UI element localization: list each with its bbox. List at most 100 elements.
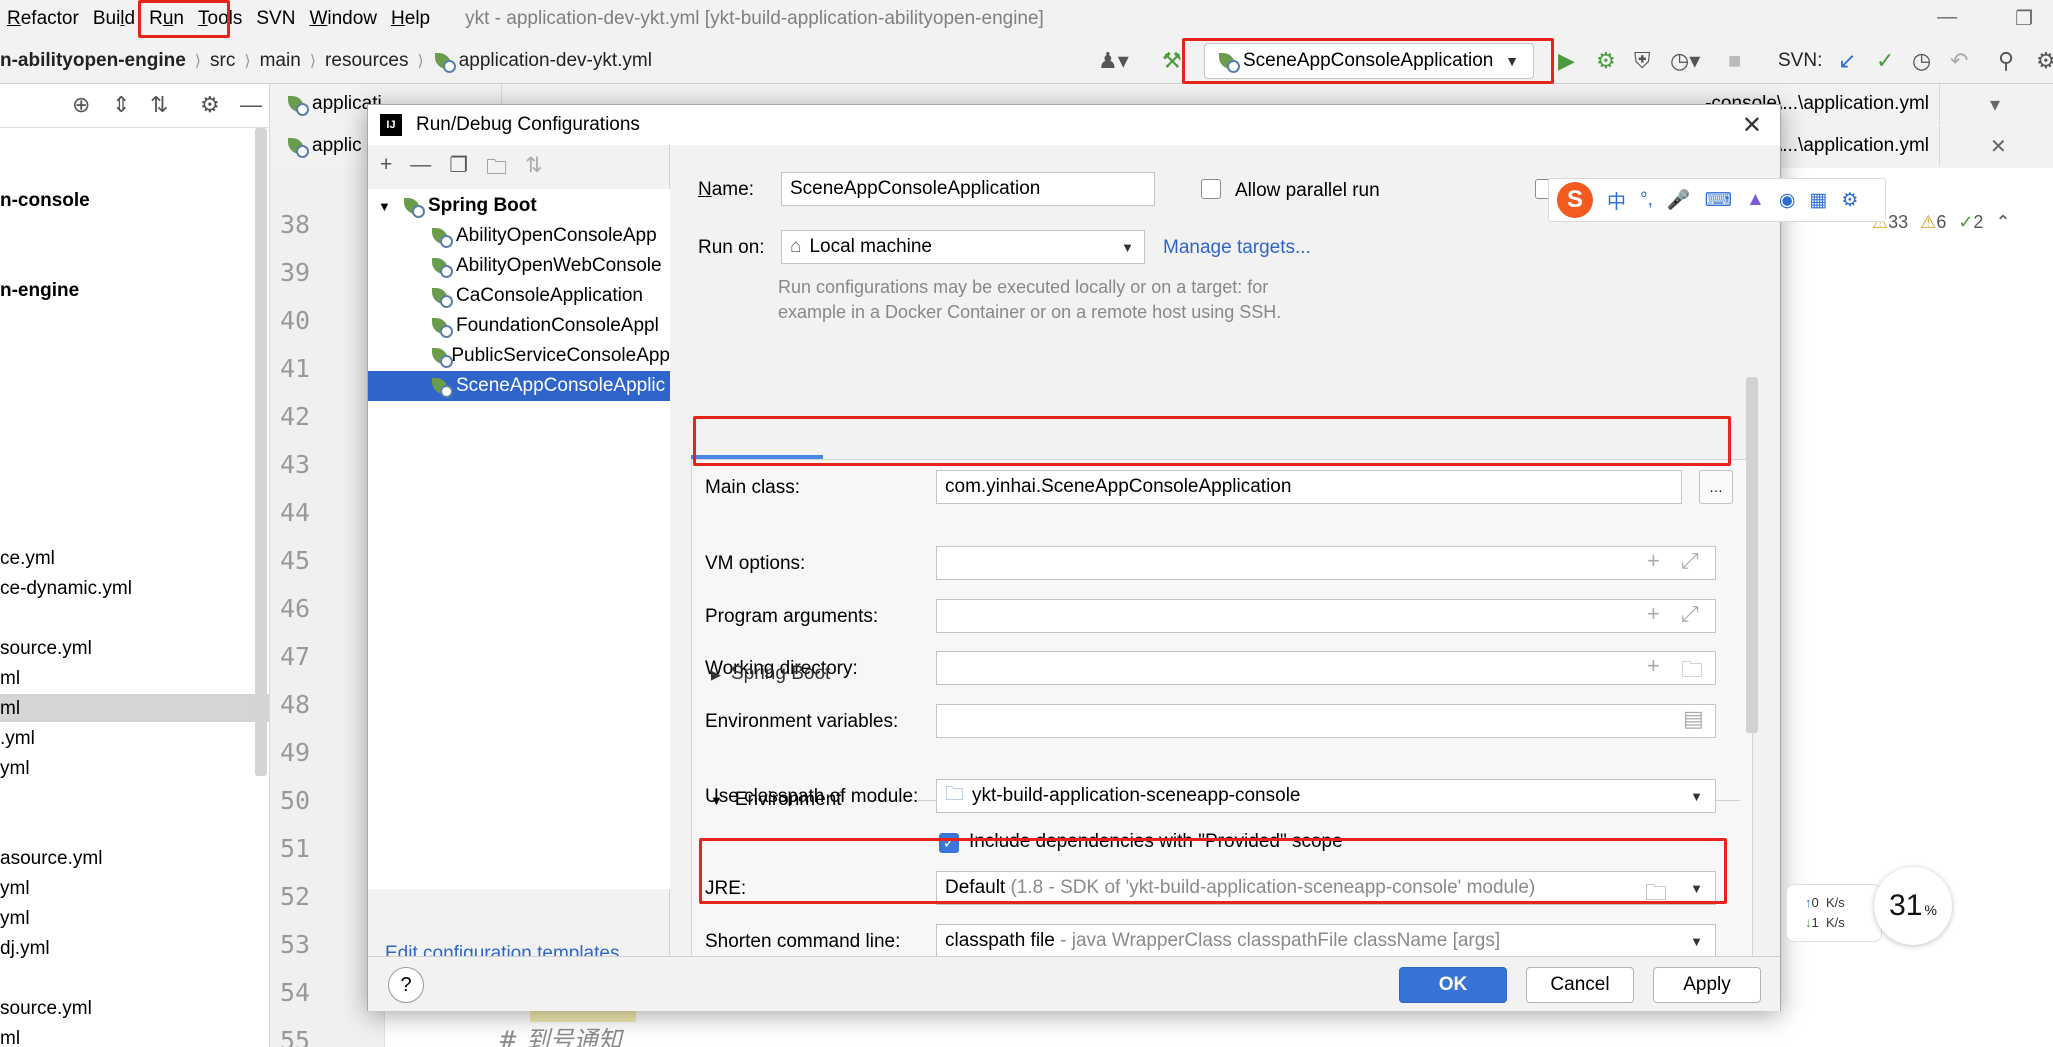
run-configuration-selector[interactable]: SceneAppConsoleApplication ▼ bbox=[1204, 43, 1534, 79]
folder-icon[interactable]: 🗀 bbox=[1681, 653, 1703, 691]
debug-icon[interactable]: ⚙ bbox=[1596, 48, 1616, 74]
spring-boot-section-header[interactable]: ▶ Spring Boot bbox=[711, 663, 830, 685]
svn-update-icon[interactable]: ↙ bbox=[1838, 48, 1856, 74]
minimize-icon[interactable]: — bbox=[1937, 6, 1957, 31]
revert-icon[interactable]: ↶ bbox=[1950, 48, 1968, 74]
working-directory-field[interactable] bbox=[936, 651, 1716, 685]
menu-refactor[interactable]: Refactor bbox=[0, 8, 86, 30]
sogou-logo-icon[interactable]: S bbox=[1557, 182, 1593, 218]
user-icon[interactable]: ♟▾ bbox=[1098, 48, 1129, 74]
apps-grid-icon[interactable]: ▦ bbox=[1809, 189, 1827, 212]
breadcrumb-main[interactable]: main bbox=[260, 50, 301, 72]
breadcrumb-src[interactable]: src bbox=[210, 50, 235, 72]
tree-item-selected[interactable]: SceneAppConsoleApplic bbox=[368, 371, 670, 401]
gear-icon[interactable]: ⚙ bbox=[200, 92, 220, 118]
expand-all-icon[interactable]: ⇕ bbox=[112, 92, 130, 118]
remove-icon[interactable]: — bbox=[410, 153, 431, 188]
stop-icon[interactable]: ■ bbox=[1728, 48, 1741, 74]
allow-parallel-checkbox[interactable] bbox=[1201, 179, 1221, 199]
add-icon[interactable]: + bbox=[380, 153, 392, 188]
options-scrollbar[interactable] bbox=[1746, 377, 1758, 733]
ime-chinese-mode[interactable]: 中 bbox=[1607, 187, 1626, 214]
inspection-widget[interactable]: ⚠33 ⚠6 ✓2 ⌃ bbox=[1872, 212, 2011, 233]
environment-variables-field[interactable] bbox=[936, 704, 1716, 738]
coverage-icon[interactable]: ⛨ bbox=[1634, 48, 1651, 74]
keyboard-icon[interactable]: ⌨ bbox=[1705, 189, 1732, 212]
project-file[interactable]: ce-dynamic.yml bbox=[0, 578, 132, 600]
main-class-field[interactable]: com.yinhai.SceneAppConsoleApplication bbox=[936, 470, 1682, 504]
settings-gear-icon[interactable]: ⚙ bbox=[1841, 189, 1858, 212]
menu-build[interactable]: Build bbox=[86, 8, 142, 30]
locate-icon[interactable]: ⊕ bbox=[72, 92, 90, 118]
apply-button[interactable]: Apply bbox=[1653, 967, 1761, 1003]
document-icon[interactable]: ▤ bbox=[1683, 706, 1704, 732]
profile-icon[interactable]: ◷▾ bbox=[1670, 48, 1700, 74]
restore-icon[interactable]: ❐ bbox=[2015, 6, 2033, 31]
search-icon[interactable]: ⚲ bbox=[1998, 48, 2014, 74]
breadcrumb-file[interactable]: application-dev-ykt.yml bbox=[459, 50, 652, 72]
hide-icon[interactable]: — bbox=[240, 92, 262, 118]
project-file[interactable]: .yml bbox=[0, 728, 35, 750]
project-file[interactable]: ml bbox=[0, 668, 20, 690]
project-file[interactable]: ml bbox=[0, 698, 20, 720]
project-file[interactable]: yml bbox=[0, 758, 30, 780]
project-module[interactable]: n-console bbox=[0, 190, 90, 212]
settings-icon[interactable]: ⚙ bbox=[2036, 48, 2053, 74]
folder-icon[interactable]: 🗀 bbox=[1645, 876, 1667, 904]
project-file[interactable]: asource.yml bbox=[0, 848, 102, 870]
history-icon[interactable]: ◷ bbox=[1912, 48, 1931, 74]
project-file[interactable]: source.yml bbox=[0, 638, 92, 660]
tree-item[interactable]: AbilityOpenConsoleApp bbox=[368, 221, 670, 251]
menu-help[interactable]: Help bbox=[384, 8, 437, 30]
folder-icon[interactable]: 🗀 bbox=[486, 153, 507, 188]
help-button[interactable]: ? bbox=[388, 967, 424, 1003]
skin-shirt-icon[interactable]: ▲ bbox=[1746, 189, 1765, 211]
name-field[interactable]: SceneAppConsoleApplication bbox=[781, 172, 1155, 206]
copy-icon[interactable]: ❐ bbox=[449, 153, 468, 188]
tree-group-spring-boot[interactable]: ▼ Spring Boot bbox=[368, 191, 670, 221]
svn-commit-icon[interactable]: ✓ bbox=[1876, 48, 1894, 74]
add-icon[interactable]: + bbox=[1647, 548, 1660, 574]
project-file[interactable]: ce.yml bbox=[0, 548, 55, 570]
menu-tools[interactable]: Tools bbox=[191, 8, 249, 30]
manage-targets-link[interactable]: Manage targets... bbox=[1163, 237, 1311, 259]
shorten-command-line-select[interactable]: classpath file - java WrapperClass class… bbox=[936, 924, 1716, 958]
build-hammer-icon[interactable]: ⚒ bbox=[1162, 48, 1182, 74]
project-file[interactable]: ml bbox=[0, 1028, 20, 1047]
project-file[interactable]: yml bbox=[0, 878, 30, 900]
ok-button[interactable]: OK bbox=[1399, 967, 1507, 1003]
close-tab-icon[interactable]: ✕ bbox=[1990, 134, 2007, 159]
tree-item[interactable]: FoundationConsoleAppl bbox=[368, 311, 670, 341]
chevron-up-icon[interactable]: ⌃ bbox=[1995, 212, 2010, 233]
program-arguments-field[interactable] bbox=[936, 599, 1716, 633]
sort-icon[interactable]: ⇅ bbox=[525, 153, 543, 188]
project-file[interactable]: dj.yml bbox=[0, 938, 50, 960]
microphone-icon[interactable]: 🎤 bbox=[1667, 188, 1691, 212]
ime-punctuation[interactable]: °, bbox=[1640, 189, 1653, 211]
menu-run[interactable]: Run bbox=[142, 8, 191, 30]
run-on-select[interactable]: ⌂ Local machine ▼ bbox=[781, 230, 1145, 264]
tab-list-icon[interactable]: ▾ bbox=[1990, 92, 2000, 117]
breadcrumb-module[interactable]: n-abilityopen-engine bbox=[0, 50, 186, 72]
add-icon[interactable]: + bbox=[1647, 601, 1660, 627]
menu-svn[interactable]: SVN bbox=[249, 8, 302, 30]
run-icon[interactable]: ▶ bbox=[1558, 48, 1575, 74]
cancel-button[interactable]: Cancel bbox=[1526, 967, 1634, 1003]
vm-options-field[interactable] bbox=[936, 546, 1716, 580]
browse-main-class-button[interactable]: … bbox=[1699, 470, 1733, 504]
collapse-all-icon[interactable]: ⇅ bbox=[150, 92, 168, 118]
add-icon[interactable]: + bbox=[1647, 653, 1660, 679]
breadcrumb-resources[interactable]: resources bbox=[325, 50, 408, 72]
project-module[interactable]: n-engine bbox=[0, 280, 79, 302]
tree-item[interactable]: PublicServiceConsoleApp bbox=[368, 341, 670, 371]
tree-item[interactable]: AbilityOpenWebConsole bbox=[368, 251, 670, 281]
classpath-module-select[interactable]: 🗀 ykt-build-application-sceneapp-console… bbox=[936, 779, 1716, 813]
project-file[interactable]: source.yml bbox=[0, 998, 92, 1020]
project-scrollbar[interactable] bbox=[255, 128, 267, 776]
expand-icon[interactable]: ⤢ bbox=[1681, 601, 1699, 627]
jre-select[interactable]: Default (1.8 - SDK of 'ykt-build-applica… bbox=[936, 871, 1716, 905]
game-icon[interactable]: ◉ bbox=[1779, 189, 1796, 212]
tree-item[interactable]: CaConsoleApplication bbox=[368, 281, 670, 311]
close-icon[interactable]: ✕ bbox=[1742, 111, 1762, 140]
menu-window[interactable]: Window bbox=[302, 8, 384, 30]
